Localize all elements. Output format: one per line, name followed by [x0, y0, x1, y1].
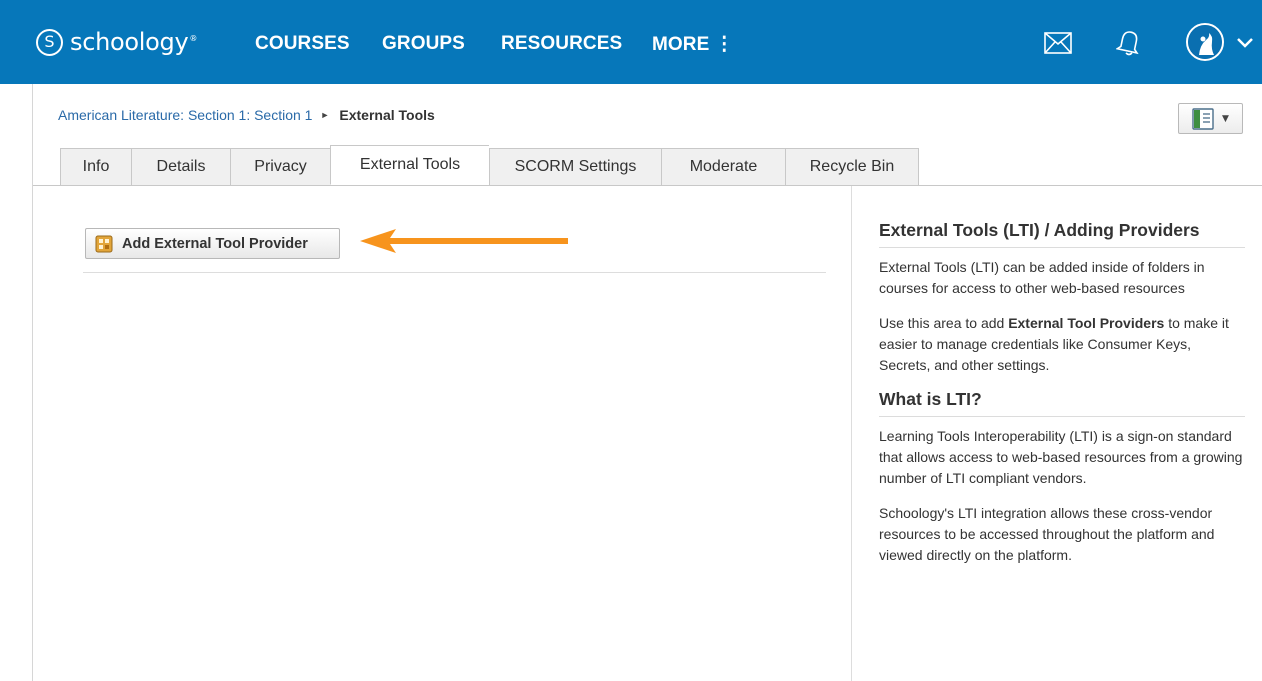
course-settings-tabs: Info Details Privacy External Tools SCOR…	[60, 145, 919, 186]
breadcrumb-current: External Tools	[339, 107, 435, 123]
usage-text-start: Use this area to add	[879, 315, 1009, 331]
layout-icon	[1192, 107, 1214, 130]
help-text-usage: Use this area to add External Tool Provi…	[879, 313, 1245, 376]
help-text-lti-integration: Schoology's LTI integration allows these…	[879, 505, 1215, 563]
add-external-tool-provider-button[interactable]: Add External Tool Provider	[85, 228, 340, 259]
nav-more[interactable]: MORE ⋮	[652, 33, 734, 56]
tab-details[interactable]: Details	[131, 148, 230, 186]
mail-icon[interactable]	[1044, 32, 1072, 54]
nav-resources[interactable]: RESOURCES	[501, 33, 622, 55]
nav-groups[interactable]: GROUPS	[382, 33, 465, 55]
help-heading-what-is-lti: What is LTI?	[879, 389, 1245, 417]
logo-mark: S	[36, 28, 63, 56]
logo-text: schoology®	[70, 28, 197, 56]
trademark: ®	[189, 34, 198, 43]
help-heading-adding-providers: External Tools (LTI) / Adding Providers	[879, 220, 1245, 248]
breadcrumb: American Literature: Section 1: Section …	[58, 107, 435, 123]
avatar[interactable]	[1186, 23, 1224, 61]
tab-info[interactable]: Info	[60, 148, 131, 186]
help-panel-divider	[851, 186, 852, 681]
nav-courses[interactable]: COURSES	[255, 33, 350, 55]
usage-text-bold: External Tool Providers	[1008, 315, 1165, 331]
chevron-down-icon[interactable]	[1234, 32, 1256, 54]
breadcrumb-course-link[interactable]: American Literature: Section 1: Section …	[58, 107, 312, 123]
tab-moderate[interactable]: Moderate	[661, 148, 785, 186]
brand-name: schoology	[70, 28, 189, 56]
external-tool-icon	[95, 235, 113, 252]
top-navigation-bar: S schoology® COURSES GROUPS RESOURCES MO…	[0, 0, 1262, 84]
caret-down-icon: ▼	[1222, 113, 1229, 124]
tab-privacy[interactable]: Privacy	[230, 148, 330, 186]
bell-icon[interactable]	[1116, 28, 1142, 56]
help-text-overview: External Tools (LTI) can be added inside…	[879, 259, 1205, 296]
add-external-tool-provider-label: Add External Tool Provider	[122, 235, 308, 252]
tab-scorm-settings[interactable]: SCORM Settings	[489, 148, 661, 186]
schoology-logo[interactable]: S schoology®	[36, 22, 197, 62]
tab-baseline	[33, 185, 1262, 186]
tab-external-tools[interactable]: External Tools	[330, 145, 489, 185]
breadcrumb-separator-icon: ►	[320, 110, 330, 120]
help-text-lti-definition: Learning Tools Interoperability (LTI) is…	[879, 428, 1243, 486]
tab-recycle-bin[interactable]: Recycle Bin	[785, 148, 919, 186]
main-divider	[83, 272, 826, 273]
orange-arrow-icon	[360, 229, 568, 253]
help-panel: External Tools (LTI) / Adding Providers …	[879, 220, 1245, 566]
page-layout-button[interactable]: ▼	[1178, 103, 1243, 134]
content-frame-border	[32, 84, 33, 681]
